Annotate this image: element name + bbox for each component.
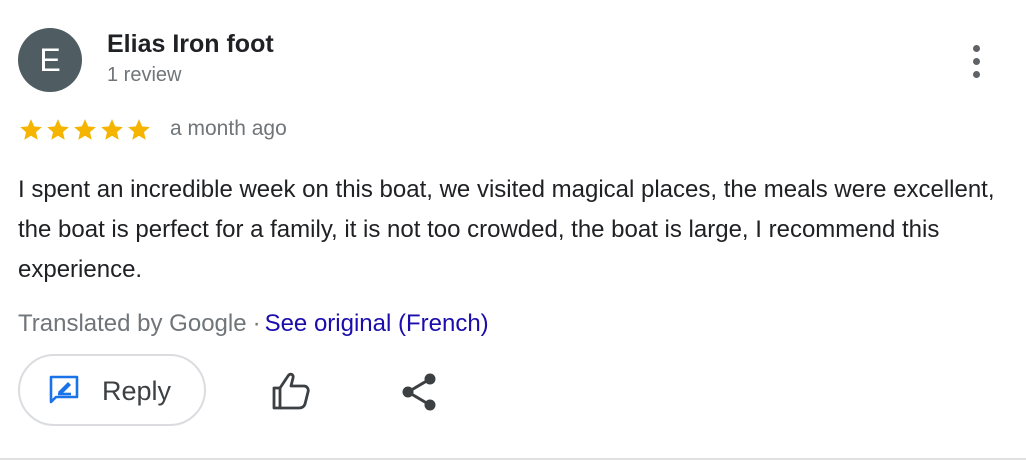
- review-card: E Elias Iron foot 1 review a month ago I…: [0, 0, 1026, 460]
- reply-button[interactable]: Reply: [18, 354, 206, 426]
- star-icon: [47, 119, 69, 140]
- review-count[interactable]: 1 review: [107, 64, 181, 87]
- star-icon: [74, 119, 96, 140]
- translated-by-label: Translated by Google: [18, 310, 247, 337]
- star-icon: [128, 119, 150, 140]
- reviewer-name[interactable]: Elias Iron foot: [107, 30, 274, 59]
- thumbs-up-icon[interactable]: [266, 368, 314, 414]
- share-icon[interactable]: [397, 370, 441, 414]
- review-date: a month ago: [170, 117, 287, 140]
- star-icon: [101, 119, 123, 140]
- avatar[interactable]: E: [18, 28, 82, 92]
- review-text: I spent an incredible week on this boat,…: [18, 176, 995, 283]
- star-rating: [18, 116, 152, 144]
- more-vertical-icon: [972, 44, 980, 52]
- reply-label: Reply: [102, 376, 172, 406]
- star-icon: [20, 119, 42, 140]
- translation-separator: ·: [252, 310, 261, 337]
- see-original-link[interactable]: See original (French): [265, 310, 489, 337]
- reply-edit-icon: [49, 375, 79, 404]
- avatar-letter: E: [39, 41, 61, 78]
- translation-line: Translated by Google · See original (Frenc…: [18, 310, 489, 338]
- more-options-button[interactable]: [956, 38, 996, 84]
